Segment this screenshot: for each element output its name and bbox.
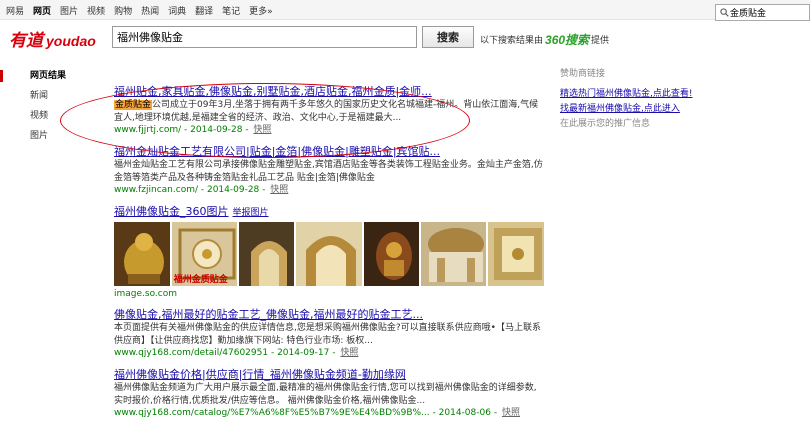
logo-en: youdao <box>46 33 96 49</box>
result-date: 2014-09-28 <box>190 125 243 135</box>
leftnav-item-video[interactable]: 视频 <box>0 106 90 126</box>
result-url: www.fzjincan.com/ <box>114 185 198 195</box>
snapshot-link[interactable]: 快照 <box>270 185 288 195</box>
thumbnail-arch-hall[interactable] <box>238 222 295 286</box>
result-url: www.qjy168.com/catalog/%E7%A6%8F%E5%B7%9… <box>114 408 430 418</box>
sponsored-sidebar: 赞助商链接 精选热门福州佛像贴金,点此查看! 找最新福州佛像贴金,点此进入 在此… <box>560 66 760 132</box>
leftnav-item-web-results[interactable]: 网页结果 <box>0 66 90 86</box>
result-date: 2014-09-28 <box>206 185 260 195</box>
snapshot-link[interactable]: 快照 <box>340 348 358 358</box>
result-url-line: www.fzjincan.com/ - 2014-09-28 - 快照 <box>114 185 289 195</box>
leftnav-item-images[interactable]: 图片 <box>0 126 90 146</box>
image-thumbnails: 福州金质贴金 <box>114 222 544 286</box>
sponsored-link[interactable]: 找最新福州佛像贴金,点此进入 <box>560 102 760 117</box>
result-title[interactable]: 福州金灿贴金工艺有限公司|贴金|金箔|佛像贴金|雕塑贴金|宾馆贴... <box>114 144 544 159</box>
leftnav-item-news[interactable]: 新闻 <box>0 86 90 106</box>
result-item: 福州贴金,家具贴金,佛像贴金,别墅贴金,酒店贴金,福州金质|金师... 金质贴金… <box>114 84 544 136</box>
report-image-link[interactable]: 举报图片 <box>233 205 269 218</box>
result-item: 福州金灿贴金工艺有限公司|贴金|金箔|佛像贴金|雕塑贴金|宾馆贴... 福州金灿… <box>114 144 544 196</box>
sponsored-link[interactable]: 精选热门福州佛像贴金,点此查看! <box>560 87 760 102</box>
result-desc: 福州金灿贴金工艺有限公司承接佛像贴金雕塑贴金,宾馆酒店贴金等各类装饰工程贴金业务… <box>114 160 543 183</box>
thumbnail-golden-interior[interactable] <box>488 222 544 286</box>
result-date: 2014-09-17 <box>277 348 330 358</box>
result-desc: 金质贴金公司成立于09年3月,坐落于拥有两千多年悠久的国家历史文化名城福建-福州… <box>114 99 544 124</box>
topnav-item-dictionary[interactable]: 词典 <box>168 4 186 17</box>
result-item: 福州佛像贴金价格|供应商|行情_福州佛像贴金频道-勤加缘网 福州佛像贴金频道为广… <box>114 367 544 419</box>
result-title[interactable]: 福州佛像贴金价格|供应商|行情_福州佛像贴金频道-勤加缘网 <box>114 367 544 382</box>
result-desc-text: 公司成立于09年3月,坐落于拥有两千多年悠久的国家历史文化名城福建-福州。背山依… <box>114 100 539 123</box>
result-url-line: www.fjjrtj.com/ - 2014-09-28 - 快照 <box>114 125 272 135</box>
result-url: www.fjjrtj.com/ <box>114 125 182 135</box>
result-desc: 福州佛像贴金频道为广大用户展示最全面,最精准的福州佛像贴金行情,您可以找到福州佛… <box>114 383 537 406</box>
brand-360-logo[interactable]: 360搜索 <box>545 31 589 48</box>
main-search-box[interactable] <box>112 26 417 48</box>
topnav-item-shopping[interactable]: 购物 <box>114 4 132 17</box>
topnav-item-video[interactable]: 视频 <box>87 4 105 17</box>
image-result: 福州佛像贴金_360图片 举报图片 福州金质贴金 image.so.com <box>114 204 544 299</box>
search-button[interactable]: 搜索 <box>422 26 474 48</box>
result-keyword-highlight: 金质贴金 <box>114 100 153 110</box>
topnav-item-hotnews[interactable]: 热闻 <box>141 4 159 17</box>
provided-suffix: 提供 <box>591 36 610 46</box>
search-icon[interactable] <box>718 7 730 19</box>
thumbnail-buddha-statue[interactable] <box>114 222 170 286</box>
main-search-input[interactable] <box>113 27 416 47</box>
results-list: 福州贴金,家具贴金,佛像贴金,别墅贴金,酒店贴金,福州金质|金师... 金质贴金… <box>114 84 544 427</box>
thumbnail-gold-dome[interactable] <box>421 222 487 286</box>
snapshot-link[interactable]: 快照 <box>253 125 271 135</box>
thumbnail-caption: 福州金质贴金 <box>173 275 228 285</box>
left-nav: 网页结果 新闻 视频 图片 <box>0 66 90 146</box>
image-result-title[interactable]: 福州佛像贴金_360图片 <box>114 204 229 219</box>
provided-prefix: 以下搜索结果由 <box>480 36 544 46</box>
result-date: 2014-08-06 <box>438 408 491 418</box>
topnav-item-web[interactable]: 网页 <box>33 4 51 17</box>
top-search-input[interactable] <box>730 7 808 18</box>
logo-cn: 有道 <box>9 31 43 51</box>
topnav-item-notes[interactable]: 笔记 <box>222 4 240 17</box>
sponsored-heading: 赞助商链接 <box>560 69 606 79</box>
result-desc: 本页面提供有关福州佛像贴金的供应详情信息,您是想采购福州佛像贴金?可以直接联系供… <box>114 323 541 346</box>
topnav-item-netease[interactable]: 网易 <box>6 4 24 17</box>
result-item: 佛像贴金,福州最好的贴金工艺_佛像贴金,福州最好的贴金工艺... 本页面提供有关… <box>114 307 544 359</box>
result-title[interactable]: 福州贴金,家具贴金,佛像贴金,别墅贴金,酒店贴金,福州金质|金师... <box>114 84 544 99</box>
result-url-line: www.qjy168.com/catalog/%E7%A6%8F%E5%B7%9… <box>114 408 520 418</box>
provided-by-notice: 以下搜索结果由 360搜索 提供 <box>480 31 609 48</box>
topnav-item-more[interactable]: 更多» <box>249 4 273 17</box>
image-result-header: 福州佛像贴金_360图片 举报图片 <box>114 204 544 219</box>
snapshot-link[interactable]: 快照 <box>502 408 520 418</box>
result-title[interactable]: 佛像贴金,福州最好的贴金工艺_佛像贴金,福州最好的贴金工艺... <box>114 307 544 322</box>
advertise-here-link[interactable]: 在此展示您的推广信息 <box>560 117 760 132</box>
image-source: image.so.com <box>114 289 178 299</box>
top-search-box[interactable] <box>715 4 810 21</box>
top-bar: 网易 网页 图片 视频 购物 热闻 词典 翻译 笔记 更多» <box>0 0 810 20</box>
result-url-line: www.qjy168.com/detail/47602951 - 2014-09… <box>114 348 359 358</box>
thumbnail-gilded-ceiling[interactable]: 福州金质贴金 <box>171 222 237 286</box>
youdao-logo[interactable]: 有道 youdao <box>9 26 96 51</box>
thumbnail-golden-arch[interactable] <box>296 222 362 286</box>
thumbnail-buddha-niche[interactable] <box>363 222 420 286</box>
topnav-item-images[interactable]: 图片 <box>60 4 78 17</box>
top-nav: 网易 网页 图片 视频 购物 热闻 词典 翻译 笔记 更多» <box>6 0 282 20</box>
topnav-item-translate[interactable]: 翻译 <box>195 4 213 17</box>
result-url: www.qjy168.com/detail/47602951 <box>114 348 269 358</box>
